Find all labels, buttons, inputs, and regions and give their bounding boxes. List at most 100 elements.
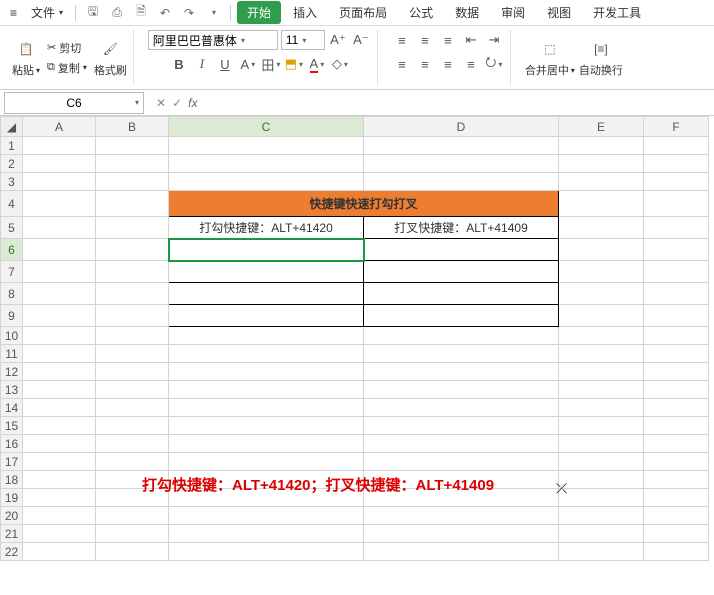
file-menu[interactable]: 文件▾ [25,4,69,21]
cell-D5[interactable]: 打叉快捷键：ALT+41409 [364,217,559,239]
row-header[interactable]: 19 [1,489,23,507]
align-center-icon[interactable]: ≡ [415,54,435,74]
redo-icon[interactable]: ↷ [180,4,198,22]
col-header[interactable]: C [169,117,364,137]
cell-D9[interactable] [364,305,559,327]
qat-more[interactable] [204,4,222,22]
cell-C8[interactable] [169,283,364,305]
merge-center-button[interactable]: ⬚ 合并居中▾ [525,37,575,78]
cursor-icon: ⤫ [556,480,567,497]
row-header[interactable]: 6 [1,239,23,261]
clear-format-button[interactable]: ◇ [330,54,350,74]
cell-D7[interactable] [364,261,559,283]
indent-dec-icon[interactable]: ⇤ [461,30,481,50]
col-header[interactable]: F [644,117,709,137]
name-box-value: C6 [66,96,81,110]
copy-button[interactable]: ⧉复制▾ [44,59,90,77]
cell-C5[interactable]: 打勾快捷键：ALT+41420 [169,217,364,239]
tab-page-layout[interactable]: 页面布局 [329,1,397,24]
confirm-icon[interactable]: ✓ [172,96,182,110]
cell-C7[interactable] [169,261,364,283]
row-header[interactable]: 16 [1,435,23,453]
align-left-icon[interactable]: ≡ [392,54,412,74]
tab-data[interactable]: 数据 [445,1,489,24]
wrap-text-button[interactable]: [≡] 自动换行 [579,37,623,78]
border-button[interactable]: 田 [261,54,281,74]
fill-color-button[interactable]: ⬒ [284,54,304,74]
tab-developer[interactable]: 开发工具 [583,1,651,24]
col-header[interactable]: A [23,117,96,137]
row-header[interactable]: 4 [1,191,23,217]
copy-icon: ⧉ [47,61,55,74]
menubar: ≡ 文件▾ 🖫 ⎙ 🗎 ↶ ↷ 开始 插入 页面布局 公式 数据 审阅 视图 开… [0,0,714,26]
row-header[interactable]: 14 [1,399,23,417]
paste-button[interactable]: 📋 粘贴▾ [12,37,40,78]
row-header[interactable]: 17 [1,453,23,471]
tab-home[interactable]: 开始 [237,1,281,24]
row-header[interactable]: 20 [1,507,23,525]
grid-area: ◢ A B C D E F 1 2 3 4 快捷键快速打勾打叉 5 打勾快捷键：AL… [0,116,714,594]
fx-icon[interactable]: fx [188,96,197,110]
col-header[interactable]: E [559,117,644,137]
cell-D6[interactable] [364,239,559,261]
cell-title[interactable]: 快捷键快速打勾打叉 [169,191,559,217]
tab-insert[interactable]: 插入 [283,1,327,24]
align-top-icon[interactable]: ≡ [392,30,412,50]
align-middle-icon[interactable]: ≡ [415,30,435,50]
font-style-more[interactable]: A [238,54,258,74]
col-header[interactable]: B [96,117,169,137]
font-name-dropdown[interactable]: 阿里巴巴普惠体▾ [148,30,278,50]
indent-inc-icon[interactable]: ⇥ [484,30,504,50]
formula-input[interactable] [205,92,714,114]
brush-icon: 🖌 [98,37,122,61]
distribute-icon[interactable]: ≡ [461,54,481,74]
italic-button[interactable]: I [192,54,212,74]
cell-C9[interactable] [169,305,364,327]
row-header[interactable]: 5 [1,217,23,239]
save-icon[interactable]: 🖫 [84,4,102,22]
undo-icon[interactable]: ↶ [156,4,174,22]
preview-icon[interactable]: 🗎 [132,4,150,22]
row-header[interactable]: 18 [1,471,23,489]
row-header[interactable]: 3 [1,173,23,191]
print-icon[interactable]: ⎙ [108,4,126,22]
tab-view[interactable]: 视图 [537,1,581,24]
row-header[interactable]: 15 [1,417,23,435]
font-color-button[interactable]: A [307,54,327,74]
align-bottom-icon[interactable]: ≡ [438,30,458,50]
row-header[interactable]: 21 [1,525,23,543]
row-header[interactable]: 10 [1,327,23,345]
font-size-dropdown[interactable]: 11▾ [281,30,325,50]
col-header[interactable]: D [364,117,559,137]
row-header[interactable]: 11 [1,345,23,363]
cell-D8[interactable] [364,283,559,305]
orientation-icon[interactable]: ⭮ [484,54,504,74]
select-all-corner[interactable]: ◢ [1,117,23,137]
merge-icon: ⬚ [538,37,562,61]
scissors-icon: ✂ [47,41,56,54]
underline-button[interactable]: U [215,54,235,74]
row-header[interactable]: 7 [1,261,23,283]
row-header[interactable]: 9 [1,305,23,327]
app-menu-icon[interactable]: ≡ [4,6,23,20]
alignment-group: ≡ ≡ ≡ ⇤ ⇥ ≡ ≡ ≡ ≡ ⭮ [386,30,511,85]
tab-review[interactable]: 审阅 [491,1,535,24]
format-painter-button[interactable]: 🖌 格式刷 [94,37,127,78]
row-header[interactable]: 8 [1,283,23,305]
align-right-icon[interactable]: ≡ [438,54,458,74]
cancel-icon[interactable]: ✕ [156,96,166,110]
cell-C6[interactable] [169,239,364,261]
tab-formulas[interactable]: 公式 [399,1,443,24]
bold-button[interactable]: B [169,54,189,74]
row-header[interactable]: 22 [1,543,23,561]
row-header[interactable]: 13 [1,381,23,399]
font-group: 阿里巴巴普惠体▾ 11▾ A⁺ A⁻ B I U A 田 ⬒ A ◇ [142,30,378,85]
annotation-text: 打勾快捷键：ALT+41420；打叉快捷键：ALT+41409 [142,474,494,495]
increase-font-icon[interactable]: A⁺ [328,30,348,50]
name-box[interactable]: C6 ▾ [4,92,144,114]
decrease-font-icon[interactable]: A⁻ [351,30,371,50]
cut-button[interactable]: ✂剪切 [44,39,90,57]
row-header[interactable]: 1 [1,137,23,155]
row-header[interactable]: 2 [1,155,23,173]
row-header[interactable]: 12 [1,363,23,381]
